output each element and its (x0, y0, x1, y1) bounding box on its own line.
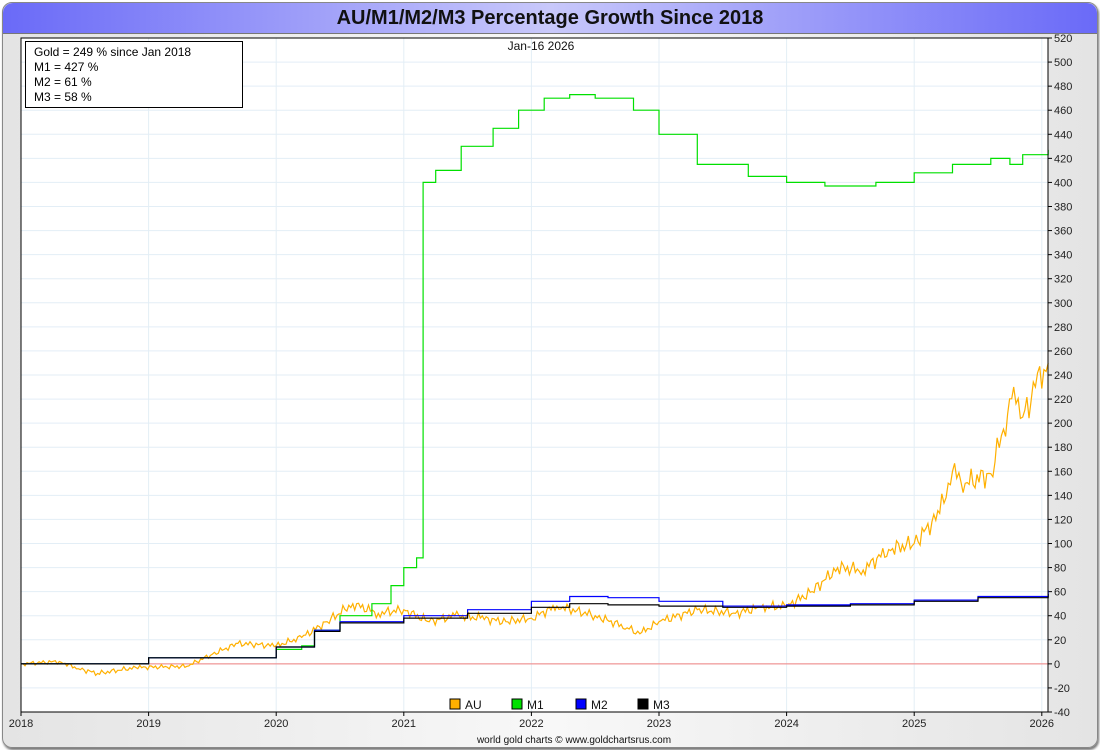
y-tick-label: 380 (1054, 202, 1072, 214)
y-tick-label: 460 (1054, 105, 1072, 117)
y-tick-label: 120 (1054, 514, 1072, 526)
y-tick-label: -40 (1054, 707, 1070, 719)
y-tick-label: 40 (1054, 611, 1066, 623)
legend-label-m3: M3 (653, 698, 670, 712)
x-tick-label: 2026 (1030, 718, 1054, 730)
y-tick-label: 480 (1054, 81, 1072, 93)
y-tick-label: 200 (1054, 418, 1072, 430)
y-tick-label: 0 (1054, 659, 1060, 671)
legend-swatch-au (449, 698, 461, 710)
x-tick-label: 2018 (9, 718, 33, 730)
x-tick-label: 2024 (774, 718, 798, 730)
y-tick-label: 500 (1054, 57, 1072, 69)
info-gold: Gold = 249 % since Jan 2018 (34, 45, 192, 59)
y-tick-label: 140 (1054, 490, 1072, 502)
y-tick-label: 320 (1054, 274, 1072, 286)
legend-swatch-m3 (637, 698, 649, 710)
y-tick-label: -20 (1054, 683, 1070, 695)
footer-credit: world gold charts © www.goldchartsrus.co… (476, 735, 671, 746)
y-tick-label: 100 (1054, 539, 1072, 551)
y-tick-label: 420 (1054, 153, 1072, 165)
x-tick-label: 2020 (264, 718, 288, 730)
y-tick-label: 220 (1054, 394, 1072, 406)
y-tick-label: 180 (1054, 442, 1072, 454)
legend-swatch-m1 (511, 698, 523, 710)
info-m2: M2 = 61 % (34, 75, 92, 89)
y-tick-label: 260 (1054, 346, 1072, 358)
y-tick-label: 240 (1054, 370, 1072, 382)
x-tick-label: 2021 (392, 718, 416, 730)
y-tick-label: 280 (1054, 322, 1072, 334)
x-tick-label: 2019 (136, 718, 160, 730)
legend-label-m1: M1 (527, 698, 544, 712)
chart-svg: -40 -20 0 20 40 60 80 100 120 140 160 180 200 220 240 2… (9, 33, 1073, 746)
info-m3: M3 = 58 % (34, 90, 92, 104)
y-tick-label: 440 (1054, 129, 1072, 141)
legend-label-au: AU (465, 698, 482, 712)
y-tick-label: 80 (1054, 563, 1066, 575)
y-tick-label: 360 (1054, 226, 1072, 238)
info-m1: M1 = 427 % (34, 60, 99, 74)
info-box: Gold = 249 % since Jan 2018 M1 = 427 % M… (25, 41, 243, 108)
y-tick-label: 400 (1054, 177, 1072, 189)
legend-swatch-m2 (575, 698, 587, 710)
y-tick-label: 160 (1054, 466, 1072, 478)
legend-label-m2: M2 (591, 698, 608, 712)
y-tick-label: 520 (1054, 33, 1072, 45)
x-tick-label: 2022 (519, 718, 543, 730)
date-label: Jan-16 2026 (508, 39, 575, 53)
y-tick-label: 60 (1054, 587, 1066, 599)
y-tick-label: 340 (1054, 250, 1072, 262)
x-tick-label: 2023 (647, 718, 671, 730)
x-tick-label: 2025 (902, 718, 926, 730)
y-tick-label: 300 (1054, 298, 1072, 310)
y-tick-label: 20 (1054, 635, 1066, 647)
